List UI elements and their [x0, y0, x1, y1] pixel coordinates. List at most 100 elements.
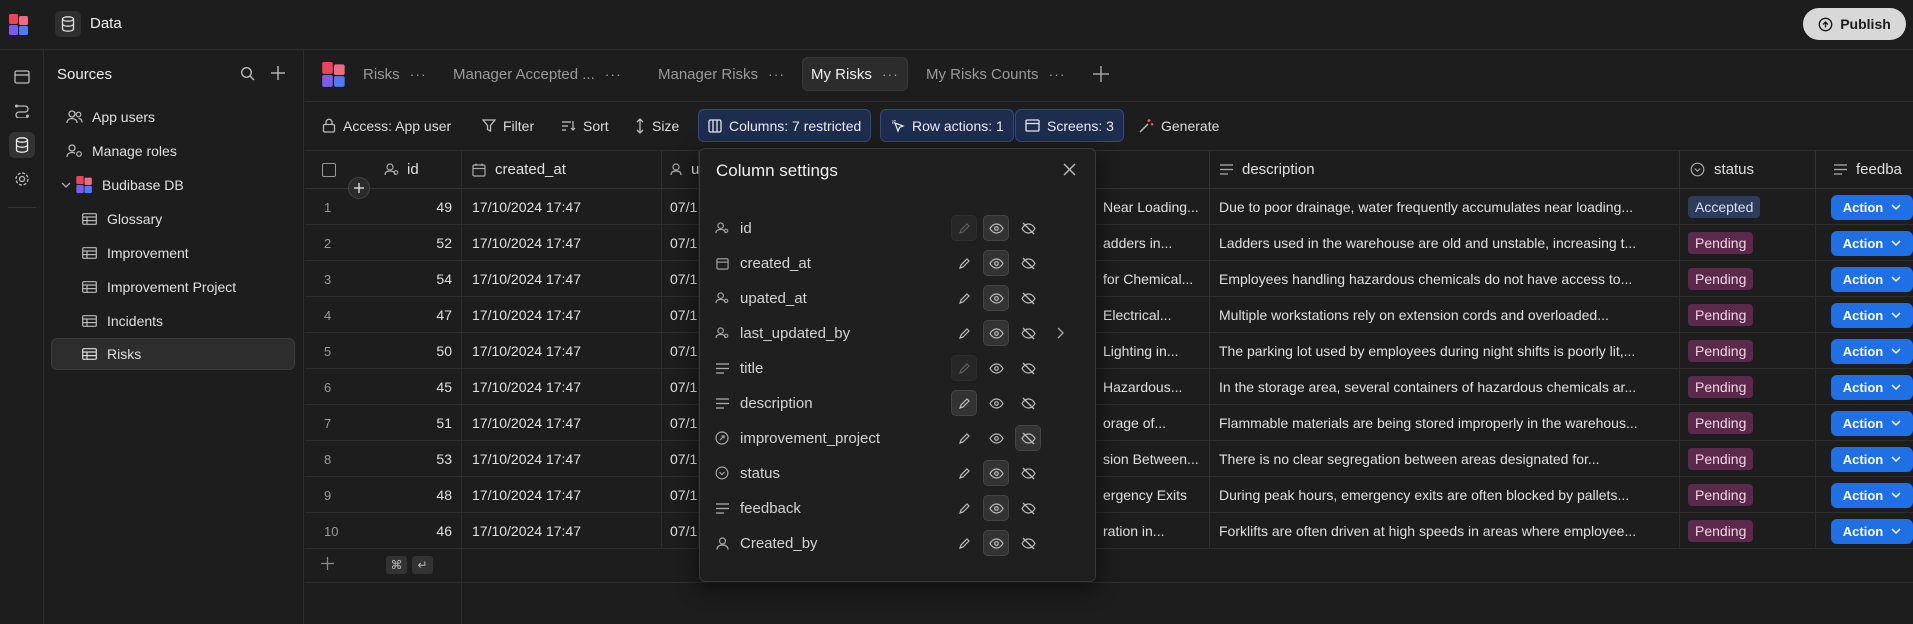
read-access-icon[interactable]	[983, 530, 1009, 556]
header-feedback[interactable]: feedba	[1816, 151, 1913, 189]
created-at-value[interactable]: 17/10/2024 17:47	[462, 261, 662, 297]
write-access-icon[interactable]	[951, 320, 977, 346]
action-button[interactable]: Action	[1831, 482, 1913, 508]
close-icon[interactable]	[1063, 163, 1076, 176]
table-row[interactable]: 10 46 17/10/2024 17:47 07/1 ration in... …	[305, 513, 1913, 549]
table-row[interactable]: 8 53 17/10/2024 17:47 07/1 sion Between..…	[305, 441, 1913, 477]
columns-button[interactable]: Columns: 7 restricted	[698, 109, 872, 142]
created-at-value[interactable]: 17/10/2024 17:47	[462, 225, 662, 261]
title-value[interactable]: orage of...	[1096, 405, 1210, 441]
title-value[interactable]: for Chemical...	[1096, 261, 1210, 297]
hidden-access-icon[interactable]	[1015, 495, 1041, 521]
status-cell[interactable]: Pending	[1680, 369, 1816, 405]
settings-gear-icon[interactable]	[9, 166, 35, 192]
action-button[interactable]: Action	[1831, 194, 1913, 220]
table-row[interactable]: 1 49 17/10/2024 17:47 07/1 Near Loading..…	[305, 189, 1913, 225]
select-all-checkbox[interactable]	[322, 162, 336, 177]
read-access-icon[interactable]	[983, 285, 1009, 311]
status-cell[interactable]: Accepted	[1680, 189, 1816, 225]
write-access-icon[interactable]	[951, 250, 977, 276]
created-at-value[interactable]: 17/10/2024 17:47	[462, 189, 662, 225]
title-value[interactable]: Hazardous...	[1096, 369, 1210, 405]
table-row[interactable]: 5 50 17/10/2024 17:47 07/1 Lighting in...…	[305, 333, 1913, 369]
size-button[interactable]: Size	[626, 109, 688, 142]
add-column-icon[interactable]	[348, 177, 370, 199]
more-icon[interactable]: ···	[1049, 66, 1066, 82]
read-access-icon[interactable]	[983, 215, 1009, 241]
automation-icon[interactable]	[9, 98, 35, 124]
write-access-icon[interactable]	[951, 495, 977, 521]
updated-at-value[interactable]: 07/1	[662, 513, 699, 549]
source-item-risks[interactable]: Risks	[51, 338, 295, 370]
hidden-access-icon[interactable]	[1015, 355, 1041, 381]
source-item-improvement[interactable]: Improvement	[51, 237, 295, 269]
table-row[interactable]: 2 52 17/10/2024 17:47 07/1 adders in... L…	[305, 225, 1913, 261]
action-button[interactable]: Action	[1831, 446, 1913, 472]
source-item-budibase-db[interactable]: Budibase DB	[51, 169, 295, 201]
created-at-value[interactable]: 17/10/2024 17:47	[462, 369, 662, 405]
header-id[interactable]: id	[305, 151, 462, 189]
source-item-glossary[interactable]: Glossary	[51, 203, 295, 235]
header-title[interactable]	[1096, 151, 1210, 189]
more-icon[interactable]: ···	[410, 66, 427, 82]
publish-button[interactable]: Publish	[1803, 8, 1906, 40]
created-at-value[interactable]: 17/10/2024 17:47	[462, 333, 662, 369]
status-cell[interactable]: Pending	[1680, 333, 1816, 369]
updated-at-value[interactable]: 07/1	[662, 261, 699, 297]
add-view-icon[interactable]	[1092, 65, 1110, 83]
table-row[interactable]: 3 54 17/10/2024 17:47 07/1 for Chemical..…	[305, 261, 1913, 297]
tab-manager-accepted[interactable]: Manager Accepted ... ···	[445, 57, 630, 91]
created-at-value[interactable]: 17/10/2024 17:47	[462, 297, 662, 333]
action-button[interactable]: Action	[1831, 410, 1913, 436]
hidden-access-icon[interactable]	[1015, 460, 1041, 486]
action-button[interactable]: Action	[1831, 302, 1913, 328]
header-updated-at[interactable]: u	[662, 151, 699, 189]
title-value[interactable]: adders in...	[1096, 225, 1210, 261]
action-button[interactable]: Action	[1831, 518, 1913, 544]
write-access-icon[interactable]	[951, 425, 977, 451]
title-value[interactable]: ration in...	[1096, 513, 1210, 549]
updated-at-value[interactable]: 07/1	[662, 189, 699, 225]
table-row[interactable]: 6 45 17/10/2024 17:47 07/1 Hazardous... I…	[305, 369, 1913, 405]
status-cell[interactable]: Pending	[1680, 261, 1816, 297]
updated-at-value[interactable]: 07/1	[662, 297, 699, 333]
row-actions-button[interactable]: Row actions: 1	[880, 109, 1014, 142]
write-access-icon[interactable]	[951, 285, 977, 311]
read-access-icon[interactable]	[983, 355, 1009, 381]
description-value[interactable]: Flammable materials are being stored imp…	[1210, 405, 1680, 441]
write-access-icon[interactable]	[951, 530, 977, 556]
header-description[interactable]: description	[1210, 151, 1680, 189]
action-button[interactable]: Action	[1831, 374, 1913, 400]
read-access-icon[interactable]	[983, 495, 1009, 521]
screens-button[interactable]: Screens: 3	[1015, 109, 1124, 142]
read-access-icon[interactable]	[983, 460, 1009, 486]
updated-at-value[interactable]: 07/1	[662, 405, 699, 441]
description-value[interactable]: There is no clear segregation between ar…	[1210, 441, 1680, 477]
read-access-icon[interactable]	[983, 320, 1009, 346]
write-access-icon[interactable]	[951, 215, 977, 241]
updated-at-value[interactable]: 07/1	[662, 477, 699, 513]
more-icon[interactable]: ···	[768, 66, 785, 82]
description-value[interactable]: Ladders used in the warehouse are old an…	[1210, 225, 1680, 261]
header-status[interactable]: status	[1680, 151, 1816, 189]
updated-at-value[interactable]: 07/1	[662, 441, 699, 477]
read-access-icon[interactable]	[983, 250, 1009, 276]
budibase-logo-icon[interactable]	[9, 14, 29, 36]
title-value[interactable]: ergency Exits	[1096, 477, 1210, 513]
add-row-icon[interactable]	[320, 556, 335, 571]
table-row[interactable]: 7 51 17/10/2024 17:47 07/1 orage of... Fl…	[305, 405, 1913, 441]
title-value[interactable]: sion Between...	[1096, 441, 1210, 477]
header-created-at[interactable]: created_at	[462, 151, 662, 189]
source-item-manage-roles[interactable]: Manage roles	[51, 135, 295, 167]
hidden-access-icon[interactable]	[1015, 215, 1041, 241]
filter-button[interactable]: Filter	[473, 109, 543, 142]
hidden-access-icon[interactable]	[1015, 530, 1041, 556]
description-value[interactable]: The parking lot used by employees during…	[1210, 333, 1680, 369]
sort-button[interactable]: Sort	[552, 109, 618, 142]
tab-my-risks-counts[interactable]: My Risks Counts ···	[918, 57, 1074, 91]
description-value[interactable]: Due to poor drainage, water frequently a…	[1210, 189, 1680, 225]
hidden-access-icon[interactable]	[1015, 320, 1041, 346]
screens-icon[interactable]	[9, 64, 35, 90]
table-row[interactable]: 4 47 17/10/2024 17:47 07/1 Electrical... …	[305, 297, 1913, 333]
description-value[interactable]: Forklifts are often driven at high speed…	[1210, 513, 1680, 549]
